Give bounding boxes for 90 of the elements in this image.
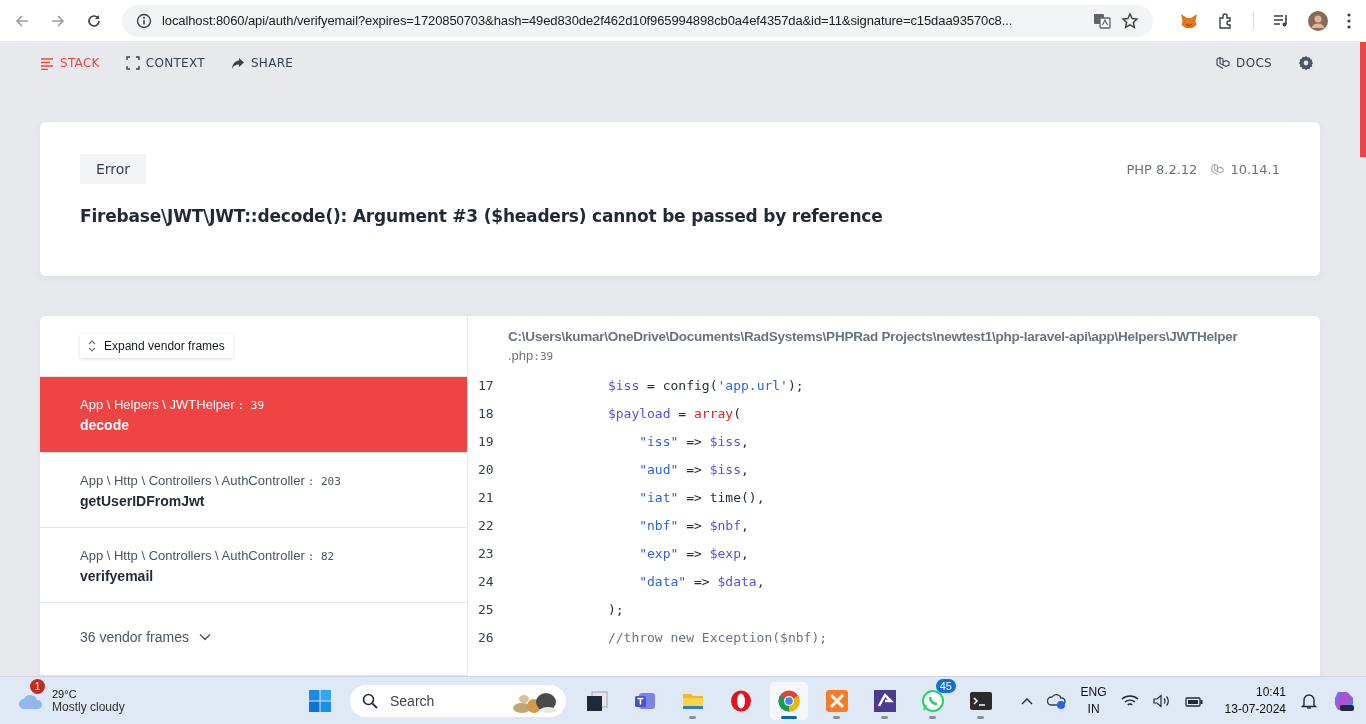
code-line: //throw new Exception($nbf); <box>607 629 828 645</box>
forward-icon[interactable] <box>50 12 66 29</box>
cloud-sync-icon[interactable] <box>1046 691 1067 710</box>
stack-frame[interactable]: App \ Helpers \ JWTHelper : 39 decode <box>40 377 467 453</box>
info-icon[interactable] <box>136 12 152 29</box>
avatar-icon[interactable] <box>1308 10 1328 31</box>
frame-line-number: : 39 <box>237 399 265 413</box>
whatsapp-icon <box>921 688 945 713</box>
line-number: 19 <box>477 433 495 449</box>
frame-class: App \ Helpers \ JWTHelper <box>80 397 235 413</box>
frame-line-number: : 82 <box>307 549 335 563</box>
chevron-updown-icon <box>88 340 96 353</box>
weather-condition: Mostly cloudy <box>52 699 125 714</box>
windows-icon[interactable] <box>308 688 332 713</box>
wifi-icon[interactable] <box>1120 693 1139 708</box>
docs-link[interactable]: DOCS <box>1216 56 1272 70</box>
file-line-number: :39 <box>533 350 554 363</box>
running-indicator <box>689 715 696 719</box>
error-badge: Error <box>80 154 147 184</box>
phprad-icon <box>873 688 897 713</box>
opera-icon <box>729 688 753 713</box>
laravel-icon <box>1211 162 1225 176</box>
code-line: "iss" => $iss, <box>639 433 749 449</box>
bell-icon[interactable] <box>1300 691 1318 710</box>
line-number: 20 <box>477 461 495 477</box>
line-number: 23 <box>477 545 495 561</box>
chevron-up-icon[interactable] <box>1020 696 1033 705</box>
code-line: $payload = array( <box>607 405 741 421</box>
translate-icon[interactable] <box>1093 11 1111 30</box>
code-line: "aud" => $iss, <box>639 461 749 477</box>
frame-method: decode <box>80 416 130 436</box>
file-extension: .php <box>508 348 534 363</box>
running-indicator <box>929 715 936 719</box>
address-bar[interactable]: localhost:8060/api/auth/verifyemail?expires=1720850703&hash=49ed830de2f462d10f965994898cb0a4ef4357da&id=11&signature=c15daa93570c8... <box>122 4 1153 37</box>
code-line: "nbf" => $nbf, <box>639 517 749 533</box>
notification-badge: 1 <box>30 678 45 694</box>
code-line: "data" => $data, <box>639 573 765 589</box>
file-path: C:\Users\kumar\OneDrive\Documents\RadSystems\PHPRad Projects\newtest1\php-laravel-api\app\Helpers\JWTHelper <box>508 329 1239 344</box>
line-number: 26 <box>477 629 495 645</box>
notification-badge: 45 <box>935 678 956 693</box>
vendor-frames-label: 36 vendor frames <box>80 628 189 647</box>
stack-frame[interactable]: App \ Http \ Controllers \ AuthController : 82 verifyemail <box>40 527 467 603</box>
reload-icon[interactable] <box>86 12 102 29</box>
running-indicator <box>833 715 840 719</box>
frame-class: App \ Http \ Controllers \ AuthController <box>80 547 305 563</box>
nav-tab[interactable]: CONTEXT <box>125 56 205 70</box>
expand-icon <box>125 56 140 70</box>
chrome-icon <box>777 688 801 713</box>
menu-icon[interactable] <box>1346 11 1352 30</box>
search-icon <box>362 692 378 709</box>
line-number: 24 <box>477 573 495 589</box>
frame-method: verifyemail <box>80 566 155 586</box>
stack-frame[interactable]: App \ Http \ Controllers \ AuthController : 203 getUserIDFromJwt <box>40 452 467 528</box>
error-message: Firebase\JWT\JWT::decode(): Argument #3 ($headers) cannot be passed by reference <box>80 206 884 226</box>
xampp-icon <box>825 688 849 713</box>
laravel-icon <box>1216 56 1231 70</box>
running-indicator <box>781 715 797 719</box>
share-icon <box>230 56 245 70</box>
chevron-down-icon <box>198 633 211 641</box>
back-icon[interactable] <box>14 12 30 29</box>
running-indicator <box>881 715 888 719</box>
running-indicator <box>977 715 984 719</box>
lines-icon <box>40 56 54 70</box>
expand-vendor-button[interactable]: Expand vendor frames <box>80 334 233 359</box>
language-indicator[interactable]: ENG IN <box>1080 683 1107 718</box>
frame-line-number: : 203 <box>307 474 341 488</box>
line-number: 18 <box>477 405 495 421</box>
settings-icon[interactable] <box>1298 55 1314 71</box>
php-version: PHP 8.2.12 <box>1126 161 1198 177</box>
frame-class: App \ Http \ Controllers \ AuthController <box>80 472 305 488</box>
frame-method: getUserIDFromJwt <box>80 491 206 511</box>
laravel-version: 10.14.1 <box>1230 161 1280 177</box>
code-line: ); <box>607 601 624 617</box>
code-line: "iat" => time(), <box>639 489 765 505</box>
clock[interactable]: 10:41 13-07-2024 <box>1224 683 1286 718</box>
volume-icon[interactable] <box>1152 693 1171 708</box>
temperature: 29°C <box>52 687 78 700</box>
line-number: 25 <box>477 601 495 617</box>
line-number: 22 <box>477 517 495 533</box>
line-number: 21 <box>477 489 495 505</box>
code-line: $iss = config('app.url'); <box>607 377 804 393</box>
search-field[interactable]: Search <box>388 691 502 710</box>
line-number: 17 <box>477 377 495 393</box>
taskbar-app[interactable] <box>770 681 808 720</box>
search-bar[interactable]: Search <box>350 684 566 717</box>
windows-stack-icon <box>585 688 609 713</box>
star-icon[interactable] <box>1121 11 1139 30</box>
nav-tab[interactable]: SHARE <box>230 56 294 70</box>
code-line: "exp" => $exp, <box>639 545 749 561</box>
url-text: localhost:8060/api/auth/verifyemail?expires=1720850703&hash=49ed830de2f462d10f965994898cb0a4ef4357da&id=11&signature=c15daa93570c8... <box>162 13 1014 28</box>
